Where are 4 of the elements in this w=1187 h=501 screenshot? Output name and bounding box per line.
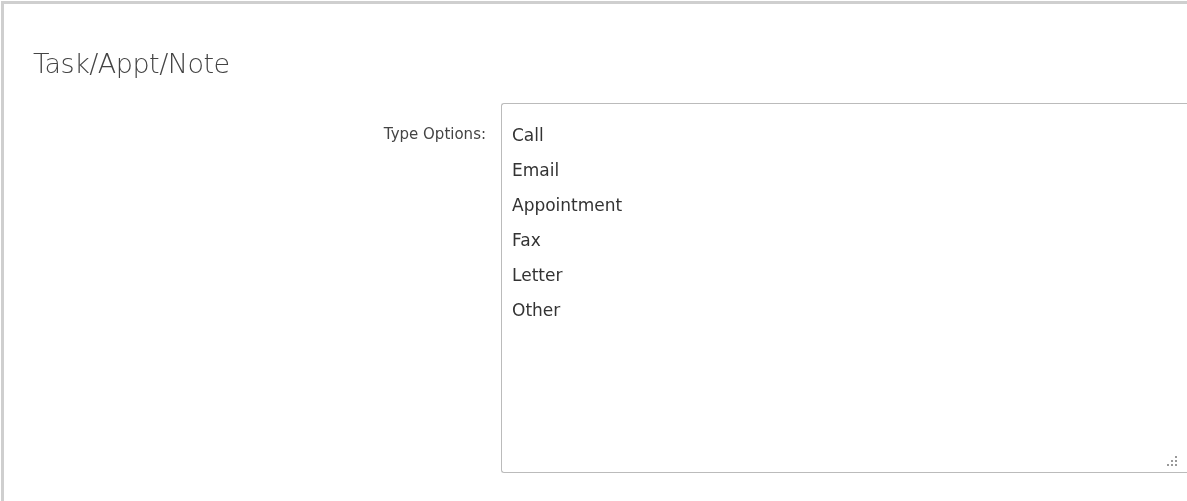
options-textarea[interactable]: Call Email Appointment Fax Letter Other bbox=[501, 103, 1187, 473]
resize-grip-icon[interactable] bbox=[1167, 456, 1177, 466]
section-title: Task/Appt/Note bbox=[33, 48, 230, 79]
field-label: Type Options: bbox=[382, 124, 486, 143]
